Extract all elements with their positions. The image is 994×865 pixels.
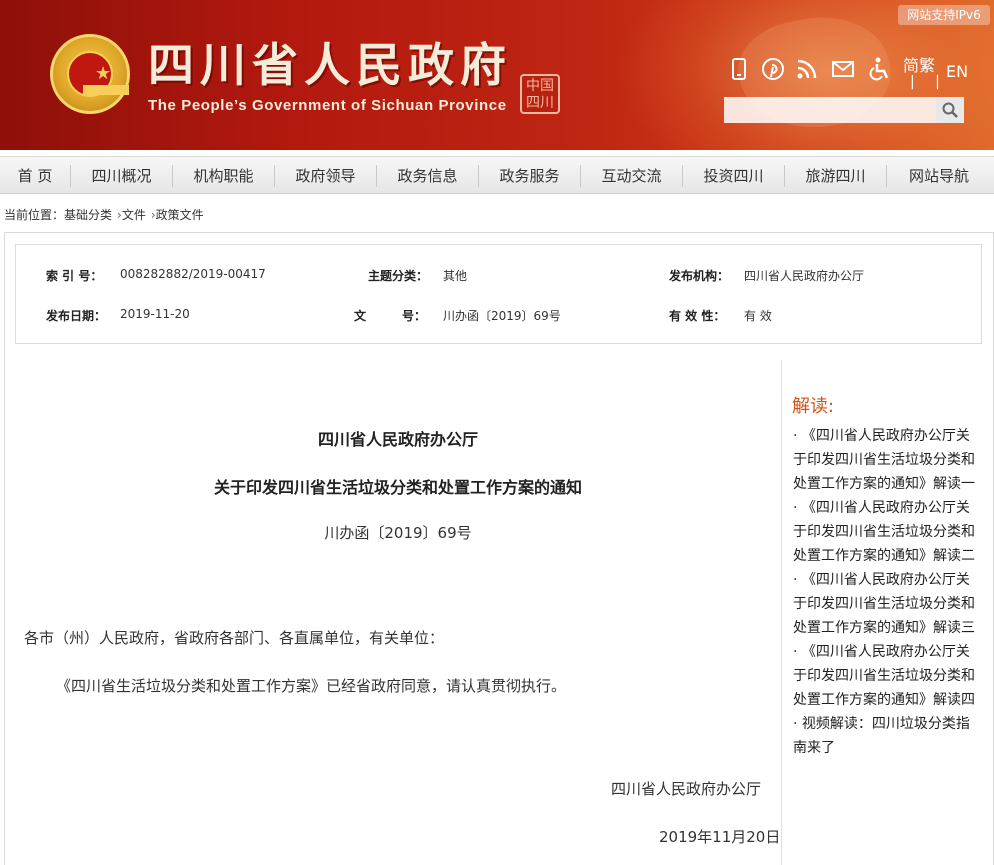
meta-index-value: 008282882/2019-00417: [120, 267, 266, 281]
article-title: 关于印发四川省生活垃圾分类和处置工作方案的通知: [213, 478, 582, 497]
meta-validity-label: 有 效 性：: [669, 309, 726, 323]
gate-icon: [83, 85, 129, 95]
article-doc-number: 川办函〔2019〕69号: [324, 524, 472, 542]
nav-item-tourism[interactable]: 旅游四川: [785, 157, 886, 195]
search-button[interactable]: [936, 97, 964, 123]
nav-item-info[interactable]: 政务信息: [377, 157, 478, 195]
meta-docno-value: 川办函〔2019〕69号: [443, 309, 561, 323]
sidebar-divider: [781, 360, 782, 865]
document-meta-table: 索 引 号： 008282882/2019-00417 主题分类： 其他 发布机…: [15, 244, 982, 344]
nav-item-functions[interactable]: 机构职能: [173, 157, 274, 195]
nav-item-invest[interactable]: 投资四川: [683, 157, 784, 195]
lang-separator: | |: [910, 74, 948, 90]
national-emblem-icon[interactable]: ★: [50, 34, 130, 114]
accessibility-icon[interactable]: [866, 56, 892, 82]
interpretation-link[interactable]: · 视频解读：四川垃圾分类指南来了: [793, 712, 978, 760]
interpretation-link[interactable]: · 《四川省人民政府办公厅关于印发四川省生活垃圾分类和处置工作方案的通知》解读一: [793, 424, 978, 496]
breadcrumb-prefix: 当前位置：: [4, 208, 65, 222]
meta-publisher-label: 发布机构：: [669, 269, 730, 283]
meta-date-value: 2019-11-20: [120, 307, 190, 321]
lang-simplified-traditional[interactable]: 简繁: [903, 52, 935, 76]
rss-icon[interactable]: [794, 56, 820, 82]
article-org: 四川省人民政府办公厅: [317, 430, 478, 449]
meta-date-label: 发布日期：: [46, 309, 107, 323]
article-body: 《四川省生活垃圾分类和处置工作方案》已经省政府同意，请认真贯彻执行。: [56, 677, 567, 695]
pinterest-icon[interactable]: [760, 56, 786, 82]
main-nav: 首 页 四川概况 机构职能 政府领导 政务信息 政务服务 互动交流 投资四川 旅…: [0, 156, 994, 194]
interpretation-link[interactable]: · 《四川省人民政府办公厅关于印发四川省生活垃圾分类和处置工作方案的通知》解读四: [793, 640, 978, 712]
lang-english[interactable]: EN: [946, 62, 968, 81]
nav-item-services[interactable]: 政务服务: [479, 157, 580, 195]
seal-logo: 中国 四川: [520, 74, 560, 114]
mail-icon[interactable]: [830, 56, 856, 82]
interpretation-heading: 解读:: [792, 396, 835, 417]
interpretation-link[interactable]: · 《四川省人民政府办公厅关于印发四川省生活垃圾分类和处置工作方案的通知》解读二: [793, 496, 978, 568]
meta-publisher-value: 四川省人民政府办公厅: [744, 269, 865, 283]
meta-validity-value: 有 效: [744, 309, 772, 323]
meta-category-label: 主题分类：: [368, 269, 429, 283]
nav-item-home[interactable]: 首 页: [0, 157, 70, 195]
nav-item-sitemap[interactable]: 网站导航: [887, 157, 991, 195]
site-title[interactable]: 四川省人民政府: [148, 40, 512, 90]
meta-category-value: 其他: [443, 269, 468, 283]
star-icon: ★: [95, 63, 112, 84]
article-signature-date: 2019年11月20日: [659, 828, 781, 846]
site-subtitle: The People’s Government of Sichuan Provi…: [148, 97, 507, 114]
breadcrumb-link[interactable]: 基础分类: [64, 208, 112, 222]
meta-docno-label: 文 号：: [354, 309, 427, 323]
interpretation-list: · 《四川省人民政府办公厅关于印发四川省生活垃圾分类和处置工作方案的通知》解读一…: [793, 424, 978, 760]
search-icon: [942, 102, 958, 118]
nav-item-leaders[interactable]: 政府领导: [275, 157, 376, 195]
site-header: ★ 四川省人民政府 The People’s Government of Sic…: [0, 0, 994, 150]
breadcrumb: 当前位置：基础分类 ›文件 ›政策文件: [4, 206, 204, 223]
mobile-icon[interactable]: [726, 56, 752, 82]
breadcrumb-link[interactable]: 文件: [122, 208, 146, 222]
nav-item-overview[interactable]: 四川概况: [71, 157, 172, 195]
search-input[interactable]: [724, 97, 936, 123]
article-signature-org: 四川省人民政府办公厅: [611, 780, 762, 798]
article-recipients: 各市（州）人民政府，省政府各部门、各直属单位，有关单位：: [24, 629, 445, 647]
meta-index-label: 索 引 号：: [46, 269, 103, 283]
interpretation-link[interactable]: · 《四川省人民政府办公厅关于印发四川省生活垃圾分类和处置工作方案的通知》解读三: [793, 568, 978, 640]
emblem-center: ★: [67, 51, 129, 97]
nav-item-interaction[interactable]: 互动交流: [581, 157, 682, 195]
ipv6-badge: 网站支持IPv6: [898, 5, 990, 25]
breadcrumb-link[interactable]: 政策文件: [156, 208, 204, 222]
